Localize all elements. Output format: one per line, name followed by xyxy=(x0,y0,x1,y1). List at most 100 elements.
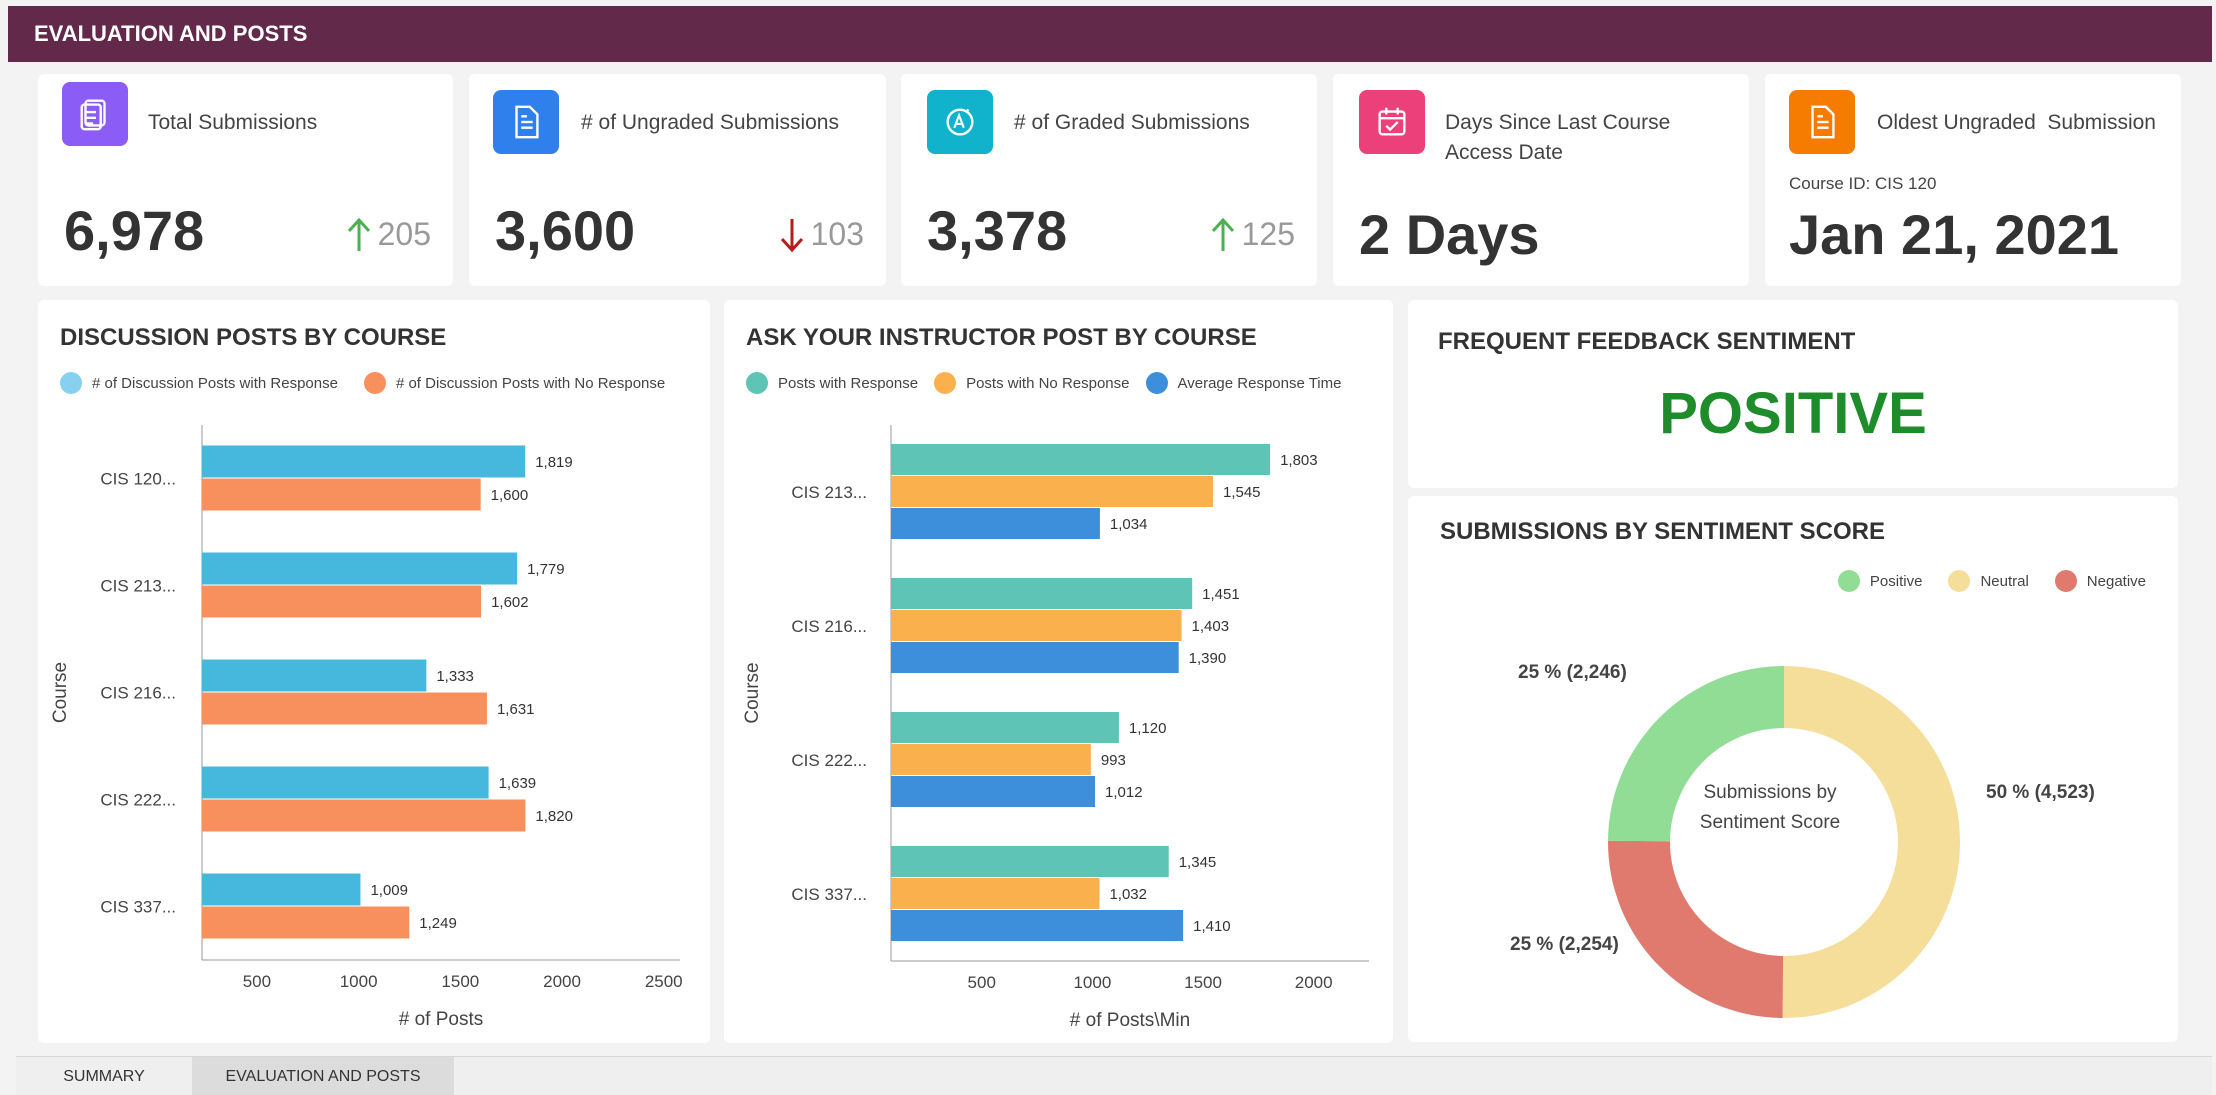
sentiment-value: POSITIVE xyxy=(1659,381,1927,446)
data-label: 1,032 xyxy=(1109,886,1147,903)
kpi-value: 3,378 xyxy=(927,199,1068,262)
bar[interactable] xyxy=(202,906,410,939)
category-label: CIS 216... xyxy=(100,684,176,703)
data-label: 1,631 xyxy=(497,701,535,718)
discussion-posts-panel: DISCUSSION POSTS BY COURSE # of Discussi… xyxy=(38,300,710,1043)
kpi-value: 3,600 xyxy=(495,199,636,262)
bar[interactable] xyxy=(202,766,489,799)
kpi-label: # of Graded Submissions xyxy=(1014,111,1250,134)
category-label: CIS 213... xyxy=(100,577,176,596)
arrow-up-icon xyxy=(1211,217,1234,251)
ask-instructor-panel: ASK YOUR INSTRUCTOR POST BY COURSE Posts… xyxy=(724,300,1393,1043)
kpi-delta-value: 103 xyxy=(810,216,864,252)
tab-label: EVALUATION AND POSTS xyxy=(225,1067,421,1085)
bar[interactable] xyxy=(202,478,481,511)
panel-title: FREQUENT FEEDBACK SENTIMENT xyxy=(1438,328,1856,355)
data-label: 1,545 xyxy=(1223,484,1261,501)
kpi-delta: 103 xyxy=(779,216,864,253)
data-label: 1,820 xyxy=(535,808,573,825)
donut-center-line1: Submissions by xyxy=(1703,782,1837,803)
page-header: EVALUATION AND POSTS xyxy=(8,6,2212,62)
x-tick-label: 2000 xyxy=(1295,973,1333,992)
kpi-label: Total Submissions xyxy=(148,111,318,134)
bar[interactable] xyxy=(891,578,1193,609)
data-label: 1,333 xyxy=(436,668,474,685)
course-id: Course ID: CIS 120 xyxy=(1789,174,1937,193)
data-label: 1,639 xyxy=(499,775,537,792)
data-label: 1,403 xyxy=(1192,618,1230,635)
data-label: 1,249 xyxy=(419,915,457,932)
category-label: CIS 216... xyxy=(791,617,867,636)
donut-center-line2: Sentiment Score xyxy=(1699,812,1841,833)
kpi-value: 2 Days xyxy=(1359,203,1540,266)
kpi-delta-value: 125 xyxy=(1241,216,1295,252)
bar[interactable] xyxy=(202,692,487,725)
y-axis-title: Course xyxy=(742,662,763,723)
data-label: 1,819 xyxy=(535,454,573,471)
tab-summary[interactable]: SUMMARY xyxy=(16,1057,192,1095)
x-tick-label: 500 xyxy=(968,973,996,992)
data-label: 1,600 xyxy=(491,487,529,504)
kpi-label: # of Ungraded Submissions xyxy=(581,111,839,134)
category-label: CIS 213... xyxy=(791,483,867,502)
y-axis-title: Course xyxy=(50,662,71,723)
donut-slice-neutral[interactable] xyxy=(1782,666,1960,1018)
kpi-total-submissions: Total Submissions 6,978 205 xyxy=(38,74,453,286)
bar[interactable] xyxy=(891,642,1179,673)
document-icon xyxy=(493,90,559,154)
data-label: 1,451 xyxy=(1202,586,1240,603)
data-label: 1,803 xyxy=(1280,452,1318,469)
arrow-up-icon xyxy=(347,217,370,251)
x-tick-label: 1000 xyxy=(340,972,378,991)
donut-center-label: Submissions by Sentiment Score xyxy=(1670,778,1870,838)
bar[interactable] xyxy=(202,585,482,618)
x-tick-label: 1000 xyxy=(1073,973,1111,992)
category-label: CIS 337... xyxy=(791,885,867,904)
bar[interactable] xyxy=(202,799,526,832)
category-label: CIS 120... xyxy=(100,470,176,489)
bar[interactable] xyxy=(891,910,1184,941)
x-axis-title: # of Posts xyxy=(399,1009,484,1030)
kpi-delta-value: 205 xyxy=(377,216,431,252)
kpi-label: Oldest Ungraded Submission xyxy=(1877,111,2156,134)
bar[interactable] xyxy=(891,444,1271,475)
data-label: 1,602 xyxy=(491,594,529,611)
bar[interactable] xyxy=(202,873,361,906)
x-tick-label: 2000 xyxy=(543,972,581,991)
data-label: 1,012 xyxy=(1105,784,1143,801)
category-label: CIS 222... xyxy=(791,751,867,770)
bar[interactable] xyxy=(202,552,518,585)
kpi-label: Days Since Last Course Access Date xyxy=(1445,111,1671,164)
data-label: 1,390 xyxy=(1189,650,1227,667)
tab-evaluation-and-posts[interactable]: EVALUATION AND POSTS xyxy=(192,1057,454,1095)
page-title: EVALUATION AND POSTS xyxy=(34,21,308,46)
x-tick-label: 1500 xyxy=(1184,973,1222,992)
bar[interactable] xyxy=(891,846,1169,877)
bar[interactable] xyxy=(891,476,1213,507)
bar[interactable] xyxy=(891,610,1182,641)
kpi-ungraded-submissions: # of Ungraded Submissions 3,600 103 xyxy=(469,74,886,286)
bar[interactable] xyxy=(891,878,1100,909)
bar[interactable] xyxy=(891,776,1096,807)
donut-slice-negative[interactable] xyxy=(1608,840,1784,1018)
x-tick-label: 1500 xyxy=(441,972,479,991)
tab-label: SUMMARY xyxy=(63,1067,145,1085)
bar[interactable] xyxy=(891,508,1100,539)
bar[interactable] xyxy=(202,445,526,478)
kpi-delta: 205 xyxy=(346,216,431,253)
category-label: CIS 337... xyxy=(100,898,176,917)
data-label: 1,034 xyxy=(1110,516,1148,533)
data-label: 1,345 xyxy=(1179,854,1217,871)
discussion-bar-chart: CIS 120... 1,819 1,600 CIS 213... 1,779 1,602… xyxy=(50,425,683,1030)
kpi-value: Jan 21, 2021 xyxy=(1789,203,2120,266)
sheet-tab-bar: SUMMARY EVALUATION AND POSTS xyxy=(16,1056,2212,1095)
category-label: CIS 222... xyxy=(100,791,176,810)
bar[interactable] xyxy=(891,744,1091,775)
document-stack-icon xyxy=(62,82,128,146)
kpi-days-since-access: Days Since Last Course Access Date 2 Day… xyxy=(1333,74,1749,286)
slice-label-negative: 25 % (2,254) xyxy=(1510,934,1619,955)
x-tick-label: 2500 xyxy=(645,972,683,991)
bar[interactable] xyxy=(891,712,1119,743)
bar[interactable] xyxy=(202,659,427,692)
calendar-check-icon xyxy=(1359,90,1425,154)
